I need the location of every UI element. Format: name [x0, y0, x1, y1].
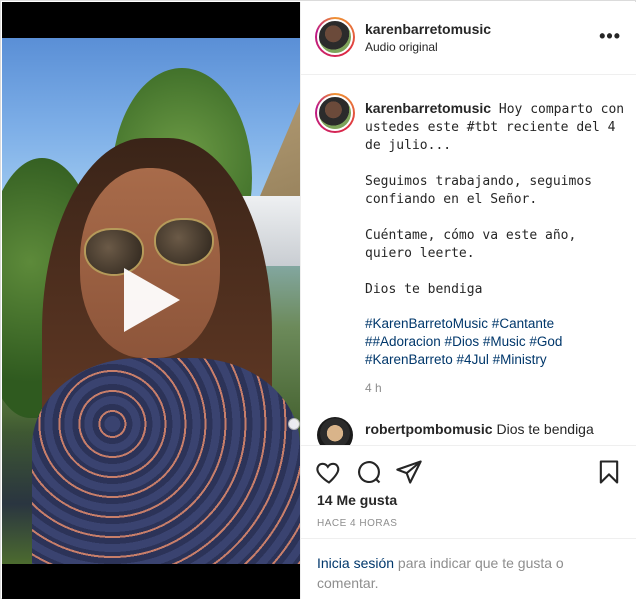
post-timestamp[interactable]: HACE 4 HORAS [317, 518, 397, 529]
login-prompt: Inicia sesión para indicar que te gusta … [301, 538, 636, 599]
comment-avatar[interactable] [317, 417, 353, 445]
instagram-post: karenbarretomusic Audio original ••• kar… [0, 0, 636, 599]
caption-time: 4 h [365, 381, 382, 395]
avatar[interactable] [315, 17, 355, 57]
action-bar [301, 445, 636, 495]
bookmark-icon[interactable] [595, 458, 623, 486]
comments-section: karenbarretomusic Hoy comparto con usted… [301, 75, 636, 445]
caption-text: Hoy comparto con ustedes este #tbt recie… [365, 102, 625, 297]
comment: robertpombomusic Dios te bendiga [365, 421, 627, 437]
video-player[interactable] [2, 38, 300, 564]
post-header: karenbarretomusic Audio original ••• [301, 2, 636, 75]
audio-label[interactable]: Audio original [365, 40, 438, 54]
likes-count[interactable]: 14 Me gusta [317, 492, 397, 508]
share-icon[interactable] [395, 458, 423, 486]
header-username[interactable]: karenbarretomusic [365, 21, 491, 37]
caption-avatar[interactable] [315, 93, 355, 133]
more-options-icon[interactable]: ••• [599, 26, 621, 47]
caption-username[interactable]: karenbarretomusic [365, 100, 491, 116]
post-media [2, 2, 300, 599]
comment-username[interactable]: robertpombomusic [365, 421, 493, 437]
comment-text: Dios te bendiga [492, 421, 594, 437]
comment-icon[interactable] [355, 458, 383, 486]
heart-icon[interactable] [315, 458, 343, 486]
caption: karenbarretomusic Hoy comparto con usted… [365, 99, 627, 299]
post-side-panel: karenbarretomusic Audio original ••• kar… [300, 2, 636, 599]
next-media-button[interactable] [288, 418, 300, 430]
caption-hashtags[interactable]: #KarenBarretoMusic #Cantante ##Adoracion… [365, 315, 627, 369]
play-icon[interactable] [124, 268, 180, 332]
login-link[interactable]: Inicia sesión [317, 555, 394, 571]
